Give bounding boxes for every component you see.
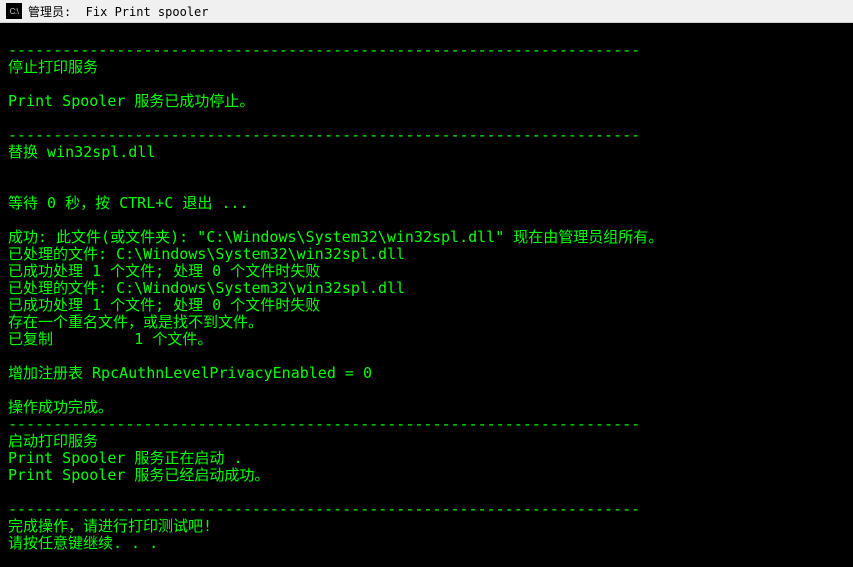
terminal-line xyxy=(8,484,845,501)
terminal-line xyxy=(8,382,845,399)
terminal-line: ----------------------------------------… xyxy=(8,42,845,59)
terminal-line xyxy=(8,178,845,195)
terminal-line: 完成操作，请进行打印测试吧! xyxy=(8,518,845,535)
terminal-line xyxy=(8,110,845,127)
terminal-line: Print Spooler 服务已成功停止。 xyxy=(8,93,845,110)
terminal-line: 已复制 1 个文件。 xyxy=(8,331,845,348)
terminal-line: 存在一个重名文件，或是找不到文件。 xyxy=(8,314,845,331)
terminal-line: 已成功处理 1 个文件; 处理 0 个文件时失败 xyxy=(8,263,845,280)
terminal-line: ----------------------------------------… xyxy=(8,416,845,433)
terminal-line: 已成功处理 1 个文件; 处理 0 个文件时失败 xyxy=(8,297,845,314)
terminal-line: 停止打印服务 xyxy=(8,59,845,76)
terminal-line: 替换 win32spl.dll xyxy=(8,144,845,161)
cmd-icon: C:\ xyxy=(6,3,22,19)
terminal-line: Print Spooler 服务正在启动 . xyxy=(8,450,845,467)
terminal-line: ----------------------------------------… xyxy=(8,127,845,144)
terminal-line: 已处理的文件: C:\Windows\System32\win32spl.dll xyxy=(8,280,845,297)
terminal-line: 操作成功完成。 xyxy=(8,399,845,416)
terminal-line xyxy=(8,161,845,178)
terminal-line: 启动打印服务 xyxy=(8,433,845,450)
terminal-line xyxy=(8,76,845,93)
terminal-output: ----------------------------------------… xyxy=(8,25,845,552)
titlebar[interactable]: C:\ 管理员: Fix Print spooler xyxy=(0,0,853,23)
terminal-line: 请按任意键继续. . . xyxy=(8,535,845,552)
window-title: 管理员: Fix Print spooler xyxy=(28,3,209,20)
terminal-line: Print Spooler 服务已经启动成功。 xyxy=(8,467,845,484)
terminal-line xyxy=(8,212,845,229)
terminal-line xyxy=(8,25,845,42)
terminal-line xyxy=(8,348,845,365)
cmd-window: C:\ 管理员: Fix Print spooler -------------… xyxy=(0,0,853,567)
terminal-line: ----------------------------------------… xyxy=(8,501,845,518)
terminal-line: 已处理的文件: C:\Windows\System32\win32spl.dll xyxy=(8,246,845,263)
terminal-area[interactable]: ----------------------------------------… xyxy=(0,23,853,567)
terminal-line: 等待 0 秒，按 CTRL+C 退出 ... xyxy=(8,195,845,212)
terminal-line: 成功: 此文件(或文件夹): "C:\Windows\System32\win3… xyxy=(8,229,845,246)
terminal-line: 增加注册表 RpcAuthnLevelPrivacyEnabled = 0 xyxy=(8,365,845,382)
